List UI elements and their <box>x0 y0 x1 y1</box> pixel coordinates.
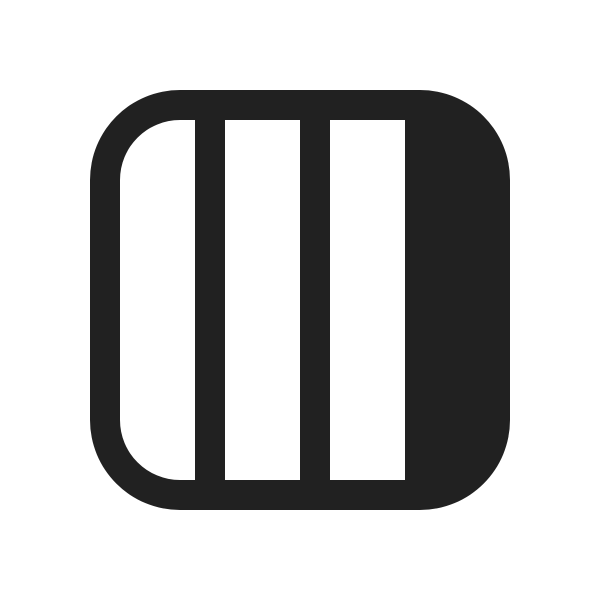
icon-canvas <box>0 0 600 600</box>
outer-frame <box>90 90 510 510</box>
column-triple-icon <box>90 90 510 510</box>
